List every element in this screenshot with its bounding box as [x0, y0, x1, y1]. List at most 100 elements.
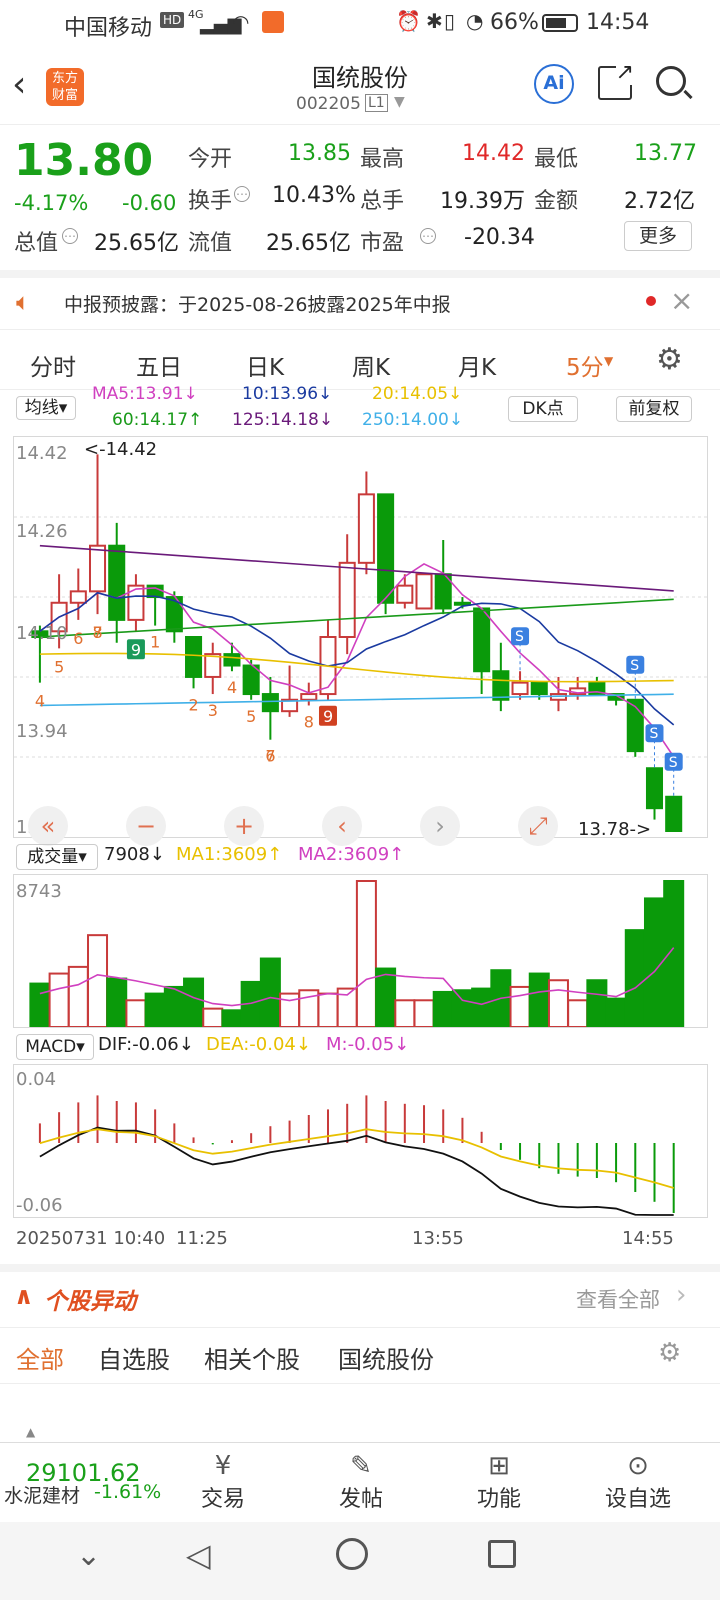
ma20-label: 20:14.05↓: [372, 384, 463, 404]
volume-bar: [48, 972, 70, 1027]
tab-five-min[interactable]: 5分: [566, 348, 604, 382]
volume-bar: [413, 999, 435, 1027]
add-watchlist-button[interactable]: ⊙ 设自选: [600, 1451, 676, 1513]
post-button[interactable]: ✎ 发帖: [334, 1451, 388, 1513]
more-button[interactable]: 更多: [624, 221, 692, 251]
current-price: 13.80: [14, 135, 154, 186]
bluetooth-icon: ✱: [426, 9, 443, 33]
notice-bar[interactable]: 🔈︎ 中报预披露：于2025-08-26披露2025年中报 ×: [0, 270, 720, 330]
candle-body: [185, 636, 203, 678]
scroll-left-icon[interactable]: ‹: [322, 806, 362, 846]
chevron-down-icon[interactable]: ▼: [394, 94, 405, 110]
info-icon[interactable]: ⋯: [420, 228, 436, 244]
sell-signal-label: S: [515, 629, 524, 645]
ma250-line: [39, 693, 674, 707]
hd-badge: HD: [160, 12, 185, 28]
macd-select-label: MACD: [25, 1037, 77, 1057]
macd-indicator-select[interactable]: MACD▾: [16, 1034, 94, 1060]
volume-bar: [163, 985, 185, 1027]
speaker-icon: 🔈︎: [16, 288, 31, 316]
amount-value: 2.72亿: [624, 189, 695, 214]
sell-signal-label: S: [649, 726, 658, 742]
tab-daily-k[interactable]: 日K: [246, 348, 284, 382]
chevron-down-icon[interactable]: ▼: [604, 354, 613, 368]
nav-back-icon[interactable]: ◁: [186, 1536, 211, 1574]
gear-icon[interactable]: ⚙: [656, 342, 683, 377]
volume-bar: [67, 965, 89, 1027]
see-all-link[interactable]: 查看全部: [576, 1284, 660, 1314]
post-label: 发帖: [338, 1487, 383, 1512]
td-count-label: 3: [208, 701, 218, 720]
gear-icon[interactable]: ⚙: [658, 1338, 681, 1368]
volume-bar: [451, 989, 473, 1027]
volume-ma1: MA1:3609↑: [176, 844, 283, 865]
caret-up-icon: ▲: [26, 1425, 36, 1439]
notification-app-icon: [262, 11, 284, 33]
tab-all[interactable]: 全部: [16, 1340, 64, 1375]
kline-chart[interactable]: 456789123456789SSSS 14.42 14.26 14.10 13…: [13, 436, 708, 840]
alarm-icon: ⏰: [396, 9, 421, 33]
volume-bar: [355, 880, 377, 1027]
volume-bar: [547, 979, 569, 1027]
volume-bar: [202, 1007, 224, 1027]
tab-monthly-k[interactable]: 月K: [458, 348, 496, 382]
low-marker: 13.78->: [578, 819, 652, 840]
nav-menu-icon[interactable]: ⌄: [76, 1538, 101, 1573]
scroll-left-fast-icon[interactable]: «: [28, 806, 68, 846]
function-button[interactable]: ⊞ 功能: [472, 1451, 526, 1513]
info-icon[interactable]: ⋯: [234, 186, 250, 202]
time-axis-tick: 13:55: [412, 1228, 464, 1249]
tab-timeshare[interactable]: 分时: [30, 348, 76, 382]
anomaly-tabs: 全部 自选股 相关个股 国统股份 ⚙: [0, 1328, 720, 1384]
open-label: 今开: [188, 147, 233, 172]
bottom-toolbar: ▲ 29101.62 水泥建材 -1.61% ¥ 交易 ✎ 发帖 ⊞ 功能 ⊙ 设自选: [0, 1425, 720, 1522]
close-icon[interactable]: ×: [670, 284, 693, 317]
search-icon[interactable]: [656, 66, 693, 100]
clock: 14:54: [586, 10, 650, 35]
macd-y-min: -0.06: [16, 1195, 63, 1216]
tab-weekly-k[interactable]: 周K: [352, 348, 390, 382]
float-cap-label: 流值: [188, 231, 233, 256]
td-count-label: 7: [265, 747, 275, 766]
macd-y-max: 0.04: [16, 1069, 57, 1090]
volume-bar: [394, 999, 416, 1027]
zoom-in-icon[interactable]: +: [224, 806, 264, 846]
indicator-select[interactable]: 均线▾: [16, 396, 76, 420]
trade-label: 交易: [200, 1487, 245, 1512]
macd-chart[interactable]: 0.04 -0.06: [13, 1064, 708, 1218]
nav-home-icon[interactable]: [336, 1538, 368, 1570]
volume-bar: [432, 990, 454, 1027]
candle-body: [223, 653, 241, 667]
scroll-right-icon[interactable]: ›: [420, 806, 460, 846]
volume-bar: [509, 985, 531, 1027]
sell-signal-label: S: [669, 755, 678, 771]
index-name[interactable]: 水泥建材: [4, 1481, 80, 1508]
volume-indicator-select[interactable]: 成交量▾: [16, 844, 98, 870]
tab-five-day[interactable]: 五日: [136, 348, 182, 382]
tab-this-stock[interactable]: 国统股份: [338, 1340, 434, 1375]
macd-dif: DIF:-0.06↓: [98, 1034, 194, 1055]
fullscreen-icon[interactable]: ⤢: [518, 806, 558, 846]
volume-svg: [29, 880, 685, 1027]
chevron-right-icon[interactable]: ›: [676, 1280, 686, 1310]
info-icon[interactable]: ⋯: [62, 228, 78, 244]
zoom-out-icon[interactable]: −: [126, 806, 166, 846]
volume-chart[interactable]: 8743: [13, 874, 708, 1028]
stock-code: 002205: [296, 94, 361, 114]
pe-value: -20.34: [464, 225, 535, 250]
tab-watchlist[interactable]: 自选股: [98, 1340, 170, 1375]
adjust-button[interactable]: 前复权: [616, 396, 692, 422]
kline-svg[interactable]: 456 789 12 345678 9SSSS: [14, 437, 707, 837]
index-change[interactable]: -1.61%: [94, 1481, 161, 1503]
trade-button[interactable]: ¥ 交易: [196, 1451, 250, 1513]
candle-body: [338, 561, 356, 638]
tab-related[interactable]: 相关个股: [204, 1340, 300, 1375]
candle-body: [377, 493, 395, 604]
level-badge[interactable]: L1: [365, 94, 388, 112]
time-axis-tick: 11:25: [176, 1228, 228, 1249]
volume-bar: [259, 957, 281, 1027]
ai-assistant-icon[interactable]: Ai: [534, 64, 574, 104]
dk-point-button[interactable]: DK点: [508, 396, 578, 422]
share-icon[interactable]: ↗: [598, 60, 634, 100]
nav-recents-icon[interactable]: [488, 1540, 516, 1568]
